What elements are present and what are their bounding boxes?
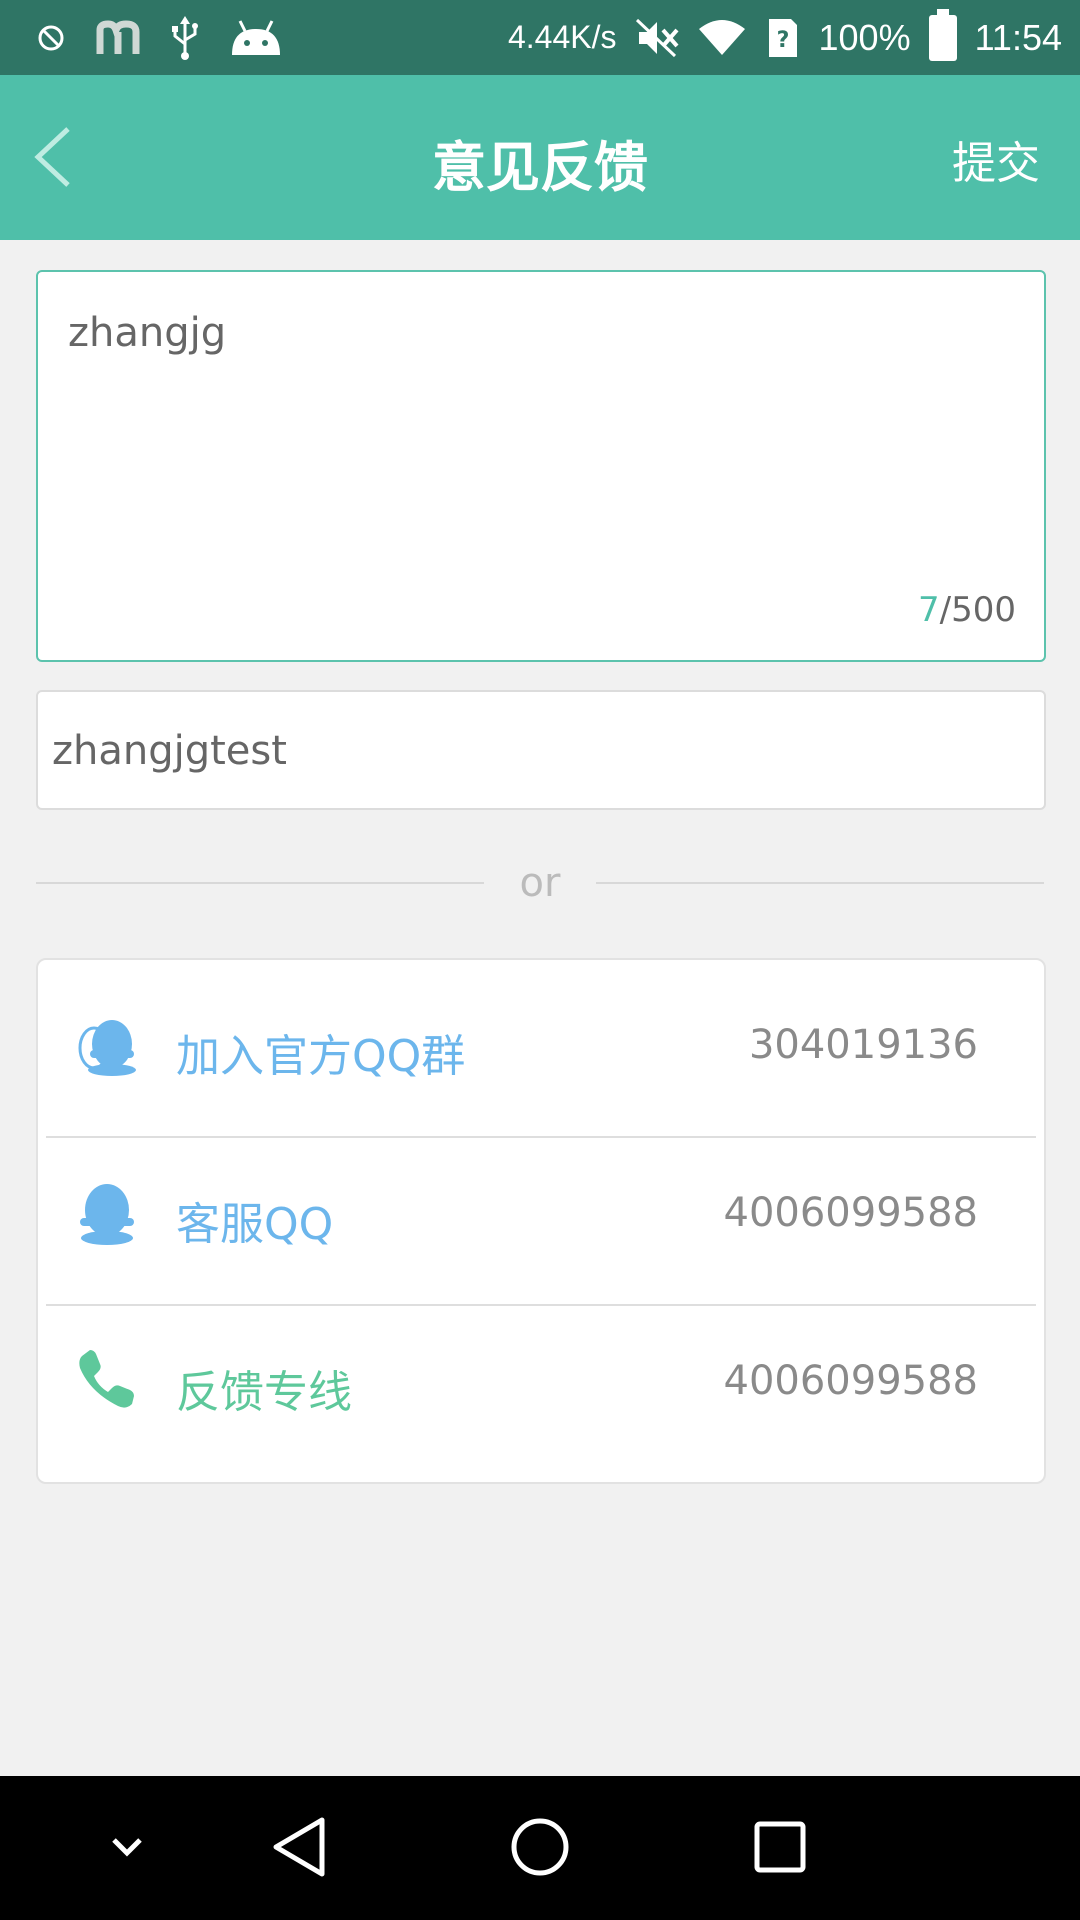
char-max: /500 xyxy=(939,590,1016,630)
qq-group-label: 加入官方QQ群 xyxy=(176,1031,466,1082)
hide-keyboard-button[interactable] xyxy=(92,1812,162,1882)
phone-icon xyxy=(79,1350,134,1408)
home-button[interactable] xyxy=(505,1812,575,1882)
recents-square-icon xyxy=(754,1821,806,1873)
navigation-bar xyxy=(0,1776,1080,1920)
page-title: 意见反馈 xyxy=(432,136,648,199)
wifi-icon xyxy=(698,19,745,55)
qq-group-number: 304019136 xyxy=(748,1022,978,1068)
app-header: 意见反馈 提交 xyxy=(0,75,1080,240)
divider-line-right xyxy=(596,882,1044,884)
char-counter: 7/500 xyxy=(918,590,1016,630)
m-app-icon xyxy=(96,19,140,54)
contact-value: zhangjgtest xyxy=(52,728,287,774)
divider-line-left xyxy=(36,882,484,884)
battery-icon xyxy=(928,8,957,61)
mute-icon xyxy=(635,18,679,57)
back-triangle-icon xyxy=(273,1817,325,1877)
service-qq-number: 4006099588 xyxy=(723,1190,979,1236)
feedback-textarea[interactable]: zhangjg 7/500 xyxy=(36,270,1046,662)
hotline-number: 4006099588 xyxy=(723,1358,979,1404)
home-circle-icon xyxy=(511,1818,569,1876)
back-nav-button[interactable] xyxy=(264,1812,334,1882)
list-item-hotline[interactable]: 反馈专线 4006099588 xyxy=(46,1296,1036,1464)
status-bar: 4.44K/s ? 100% 11:54 xyxy=(0,0,1080,75)
net-speed: 4.44K/s xyxy=(507,19,617,55)
qq-group-icon xyxy=(78,1020,136,1076)
usb-icon xyxy=(172,15,198,60)
service-qq-label: 客服QQ xyxy=(176,1199,334,1250)
battery-percent: 100% xyxy=(818,16,911,58)
submit-button[interactable]: 提交 xyxy=(952,127,1040,191)
contact-card: 加入官方QQ群 304019136 客服QQ 4006099588 反馈专线 4… xyxy=(36,958,1046,1484)
contact-input[interactable]: zhangjgtest xyxy=(36,690,1046,810)
android-icon xyxy=(232,19,280,55)
svg-text:?: ? xyxy=(776,28,789,53)
chevron-down-icon xyxy=(112,1838,142,1857)
list-item-service-qq[interactable]: 客服QQ 4006099588 xyxy=(46,1128,1036,1296)
sim-card-icon: ? xyxy=(768,18,797,57)
recents-button[interactable] xyxy=(745,1812,815,1882)
list-item-qq-group[interactable]: 加入官方QQ群 304019136 xyxy=(46,960,1036,1128)
qq-icon xyxy=(80,1184,134,1245)
char-count: 7 xyxy=(918,590,940,630)
clock: 11:54 xyxy=(974,16,1062,58)
or-label: or xyxy=(519,860,561,906)
feedback-text: zhangjg xyxy=(68,310,227,356)
hotline-label: 反馈专线 xyxy=(176,1367,352,1418)
do-not-disturb-icon xyxy=(38,25,64,50)
